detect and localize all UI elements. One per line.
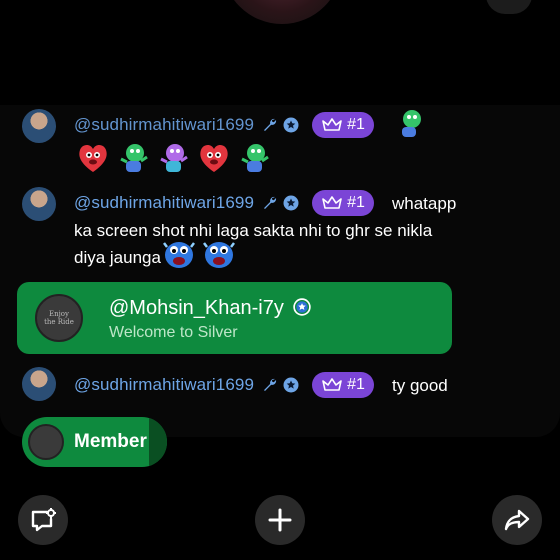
avatar[interactable] — [22, 187, 56, 221]
green-dancing-character-sticker — [392, 107, 426, 141]
join-username-text: @Mohsin_Khan-i7y — [109, 297, 284, 319]
wrench-icon — [264, 118, 277, 131]
join-username[interactable]: @Mohsin_Khan-i7y — [109, 297, 312, 320]
rank-label: #1 — [347, 194, 365, 211]
crown-icon — [322, 196, 342, 209]
join-subtitle: Welcome to Silver — [109, 324, 238, 341]
wrench-icon — [264, 378, 277, 391]
blue-crying-character-sticker — [202, 237, 236, 271]
member-button[interactable]: Member — [22, 417, 167, 467]
rank-badge: #1 — [312, 112, 374, 138]
verified-star-icon — [283, 195, 299, 211]
host-avatar[interactable] — [222, 0, 342, 24]
message-text: whatapp — [392, 194, 457, 213]
message-username[interactable]: @sudhirmahitiwari1699 — [74, 115, 254, 135]
chat-settings-button[interactable] — [18, 495, 68, 545]
rank-badge: #1 — [312, 372, 374, 398]
member-progress-shade — [149, 417, 167, 467]
message-text: ty good — [392, 376, 448, 395]
avatar[interactable] — [22, 109, 56, 143]
avatar-text: Enjoy the Ride — [44, 310, 74, 326]
chat-panel: @sudhirmahitiwari1699 #1 @sudhirmahitiwa… — [0, 105, 560, 437]
crown-icon — [322, 118, 342, 131]
green-dancing-character-sticker — [117, 141, 151, 175]
avatar[interactable]: Enjoy the Ride — [35, 294, 83, 342]
red-heart-character-sticker — [197, 141, 231, 175]
share-button[interactable] — [492, 495, 542, 545]
red-heart-character-sticker — [76, 141, 110, 175]
rank-label: #1 — [347, 376, 365, 393]
rank-badge: #1 — [312, 190, 374, 216]
green-dancing-character-sticker — [238, 141, 272, 175]
verified-star-icon — [293, 298, 312, 316]
blue-crying-character-sticker — [162, 237, 196, 271]
purple-dancing-character-sticker — [157, 141, 191, 175]
plus-icon — [268, 508, 292, 532]
welcome-join-card: Enjoy the Ride @Mohsin_Khan-i7y Welcome … — [17, 282, 452, 354]
crown-icon — [322, 378, 342, 391]
avatar — [28, 424, 64, 460]
wrench-icon — [264, 196, 277, 209]
share-icon — [504, 509, 530, 531]
message-text: diya jaunga — [74, 248, 161, 267]
message-username[interactable]: @sudhirmahitiwari1699 — [74, 375, 254, 395]
chat-settings-icon — [31, 508, 56, 532]
message-username[interactable]: @sudhirmahitiwari1699 — [74, 193, 254, 213]
add-button[interactable] — [255, 495, 305, 545]
verified-star-icon — [283, 377, 299, 393]
rank-label: #1 — [347, 116, 365, 133]
top-right-button[interactable] — [486, 0, 532, 14]
member-label: Member — [74, 431, 147, 452]
message-text: ka screen shot nhi laga sakta nhi to ghr… — [74, 221, 433, 240]
avatar[interactable] — [22, 367, 56, 401]
verified-star-icon — [283, 117, 299, 133]
